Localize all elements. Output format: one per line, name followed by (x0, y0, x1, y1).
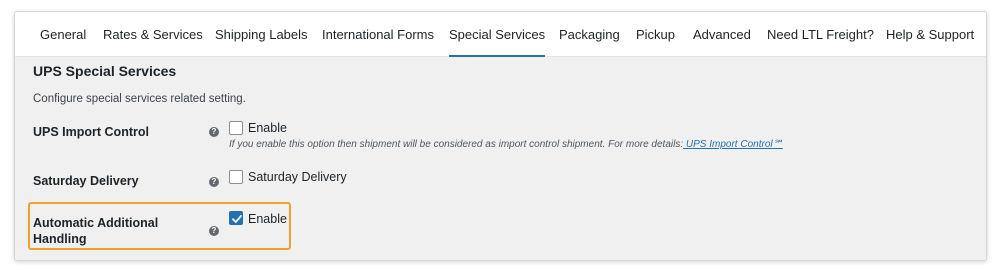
settings-panel: General Rates & Services Shipping Labels… (14, 11, 987, 261)
import-control-hint: If you enable this option then shipment … (229, 139, 783, 150)
saturday-delivery-checkbox-label[interactable]: Saturday Delivery (248, 170, 347, 184)
tab-advanced[interactable]: Advanced (693, 12, 751, 57)
import-control-help-icon[interactable]: ? (209, 127, 219, 137)
tab-shipping-labels[interactable]: Shipping Labels (215, 12, 308, 57)
tab-packaging[interactable]: Packaging (559, 12, 620, 57)
additional-handling-checkbox[interactable] (229, 211, 243, 225)
tab-pickup[interactable]: Pickup (636, 12, 675, 57)
import-control-label: UPS Import Control (33, 125, 149, 139)
section-description: Configure special services related setti… (33, 93, 246, 105)
saturday-delivery-label: Saturday Delivery (33, 174, 139, 188)
import-control-checkbox[interactable] (229, 121, 243, 135)
import-control-checkbox-label[interactable]: Enable (248, 121, 287, 135)
saturday-delivery-checkbox[interactable] (229, 170, 243, 184)
additional-handling-label: Automatic Additional Handling (33, 215, 158, 247)
section-title: UPS Special Services (33, 63, 177, 79)
additional-handling-label-line2: Handling (33, 232, 87, 246)
tab-international-forms[interactable]: International Forms (322, 12, 434, 57)
ups-import-control-link[interactable]: UPS Import Control℠ (683, 139, 783, 150)
tab-general[interactable]: General (40, 12, 86, 57)
saturday-delivery-help-icon[interactable]: ? (209, 177, 219, 187)
tab-special-services[interactable]: Special Services (449, 12, 546, 57)
additional-handling-help-icon[interactable]: ? (209, 226, 219, 236)
additional-handling-checkbox-label[interactable]: Enable (248, 212, 287, 226)
tab-help-support[interactable]: Help & Support (886, 12, 974, 57)
import-control-hint-text: If you enable this option then shipment … (229, 139, 684, 150)
tab-bar: General Rates & Services Shipping Labels… (15, 12, 986, 57)
tab-need-ltl-freight[interactable]: Need LTL Freight? (767, 12, 874, 57)
checkmark-icon (232, 215, 242, 223)
additional-handling-label-line1: Automatic Additional (33, 216, 159, 230)
tab-rates-services[interactable]: Rates & Services (103, 12, 203, 57)
